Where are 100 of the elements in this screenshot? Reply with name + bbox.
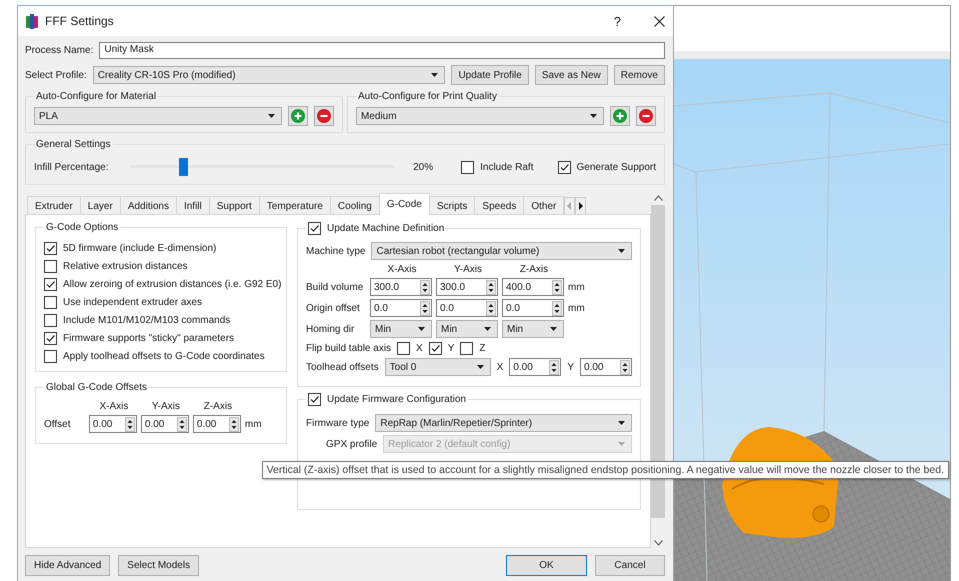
button[interactable]: Remove <box>614 65 665 85</box>
caret-icon <box>484 327 491 331</box>
add-button[interactable] <box>610 106 630 126</box>
spinner-arrows-icon <box>620 360 630 374</box>
number-field[interactable]: 0.0 <box>436 299 498 317</box>
spinner-arrows-icon <box>552 300 562 316</box>
dropdown[interactable]: Medium <box>356 107 604 125</box>
add-button[interactable] <box>288 106 308 126</box>
caret-icon <box>476 365 484 369</box>
dropdown[interactable]: Cartesian robot (rectangular volume) <box>371 242 632 260</box>
checkbox[interactable] <box>428 342 442 355</box>
number-field[interactable]: 400.0 <box>502 278 564 296</box>
checkbox[interactable] <box>44 278 57 291</box>
checkbox-label: Use independent extruder axes <box>63 297 202 308</box>
check-icon <box>309 223 320 234</box>
check-icon <box>45 279 56 290</box>
help-button[interactable]: ? <box>614 14 621 28</box>
tab[interactable]: G-Code <box>378 193 430 215</box>
axis-label: Y-Axis <box>150 401 181 412</box>
button[interactable]: OK <box>506 554 587 576</box>
axis-label: Z-Axis <box>518 264 550 275</box>
number-field[interactable]: 300.0 <box>370 278 432 296</box>
button[interactable]: Cancel <box>595 554 665 576</box>
checkbox-label: Generate Support <box>576 162 656 172</box>
checkbox-label: Update Machine Definition <box>327 223 444 234</box>
checkbox-label: Include Raft <box>480 162 534 172</box>
field-label: Process Name: <box>25 45 94 56</box>
checkbox-label: Include M101/M102/M103 commands <box>63 315 230 326</box>
tab[interactable]: Other <box>523 196 564 215</box>
spinner-arrows-icon <box>176 416 187 432</box>
button[interactable]: Update Profile <box>451 65 529 85</box>
button[interactable]: Select Models <box>118 554 200 576</box>
number-field[interactable]: 0.0 <box>502 299 564 317</box>
checkbox-label: Z <box>479 343 486 354</box>
number-field[interactable]: 0.00 <box>140 415 189 433</box>
caret-icon <box>618 442 625 446</box>
checkbox[interactable] <box>44 332 57 345</box>
number-field[interactable]: 0.00 <box>509 358 562 376</box>
number-field[interactable]: 300.0 <box>436 278 498 296</box>
check-icon <box>45 333 56 344</box>
spinner-arrows-icon <box>486 280 496 294</box>
group-title: G-Code Options <box>46 222 118 233</box>
axis-label: Y <box>567 362 574 372</box>
number-field[interactable]: 0.00 <box>88 415 137 433</box>
dropdown[interactable]: Creality CR-10S Pro (modified) <box>92 66 446 84</box>
scroll-right-icon[interactable] <box>575 197 586 215</box>
caret-icon <box>618 249 625 253</box>
number-field[interactable]: 0.0 <box>370 299 432 317</box>
caret-icon <box>418 327 425 331</box>
field-label: Offset <box>44 418 72 430</box>
scroll-up-icon[interactable] <box>654 195 662 201</box>
axis-label: X <box>496 362 504 372</box>
scroll-down-icon[interactable] <box>654 540 662 546</box>
caret-icon <box>550 327 557 331</box>
dropdown[interactable]: Min <box>370 320 432 338</box>
tooltip: Vertical (Z-axis) offset that is used to account for a slightly misaligned endstop positioning. A negative value will move the nozzle closer to the bed. <box>262 461 949 479</box>
checkbox[interactable] <box>461 160 474 174</box>
dropdown[interactable]: PLA <box>34 107 282 125</box>
checkbox[interactable] <box>44 242 57 255</box>
axis-label: Z-Axis <box>202 401 234 412</box>
field-label: Homing dir <box>306 324 356 334</box>
checkbox-label: X <box>416 343 423 354</box>
checkbox[interactable] <box>397 342 410 355</box>
checkbox-label: 5D firmware (include E-dimension) <box>63 243 216 254</box>
dropdown[interactable]: Tool 0 <box>384 358 491 376</box>
minus-icon <box>639 109 653 123</box>
remove-button[interactable] <box>314 106 334 126</box>
checkbox[interactable] <box>308 222 321 235</box>
checkbox[interactable] <box>44 314 57 327</box>
field-label: Select Profile: <box>25 70 87 80</box>
checkbox[interactable] <box>308 393 321 406</box>
number-field[interactable]: 0.00 <box>192 415 241 433</box>
number-field[interactable]: 0.00 <box>580 358 632 376</box>
dropdown[interactable]: Min <box>502 320 564 338</box>
close-icon[interactable] <box>654 16 665 26</box>
checkbox[interactable] <box>44 296 57 309</box>
tab[interactable]: Extruder <box>27 196 81 215</box>
dropdown[interactable]: Min <box>436 320 498 338</box>
checkbox[interactable] <box>44 260 57 273</box>
dropdown[interactable]: RepRap (Marlin/Repetier/Sprinter) <box>375 414 632 432</box>
button[interactable]: Save as New <box>534 65 608 85</box>
spinner-arrows-icon <box>552 280 562 294</box>
axis-label: X-Axis <box>98 401 130 412</box>
window-title: FFF Settings <box>45 14 115 28</box>
checkbox[interactable] <box>44 350 57 363</box>
slider-thumb[interactable] <box>179 158 188 176</box>
group-title: Auto-Configure for Material <box>36 91 156 102</box>
remove-button[interactable] <box>636 106 656 126</box>
field-label: Machine type <box>306 246 366 256</box>
group-title: Auto-Configure for Print Quality <box>358 91 497 102</box>
button[interactable]: Hide Advanced <box>25 554 110 576</box>
spinner-arrows-icon <box>420 280 430 294</box>
checkbox[interactable] <box>460 342 474 355</box>
field-label: Infill Percentage: <box>34 162 108 172</box>
plus-icon <box>613 109 627 123</box>
caret-icon <box>431 73 438 77</box>
process-name-field[interactable]: Unity Mask <box>99 42 665 59</box>
infill-value: 20% <box>413 162 434 172</box>
checkbox[interactable] <box>558 160 570 174</box>
check-icon <box>430 343 441 354</box>
